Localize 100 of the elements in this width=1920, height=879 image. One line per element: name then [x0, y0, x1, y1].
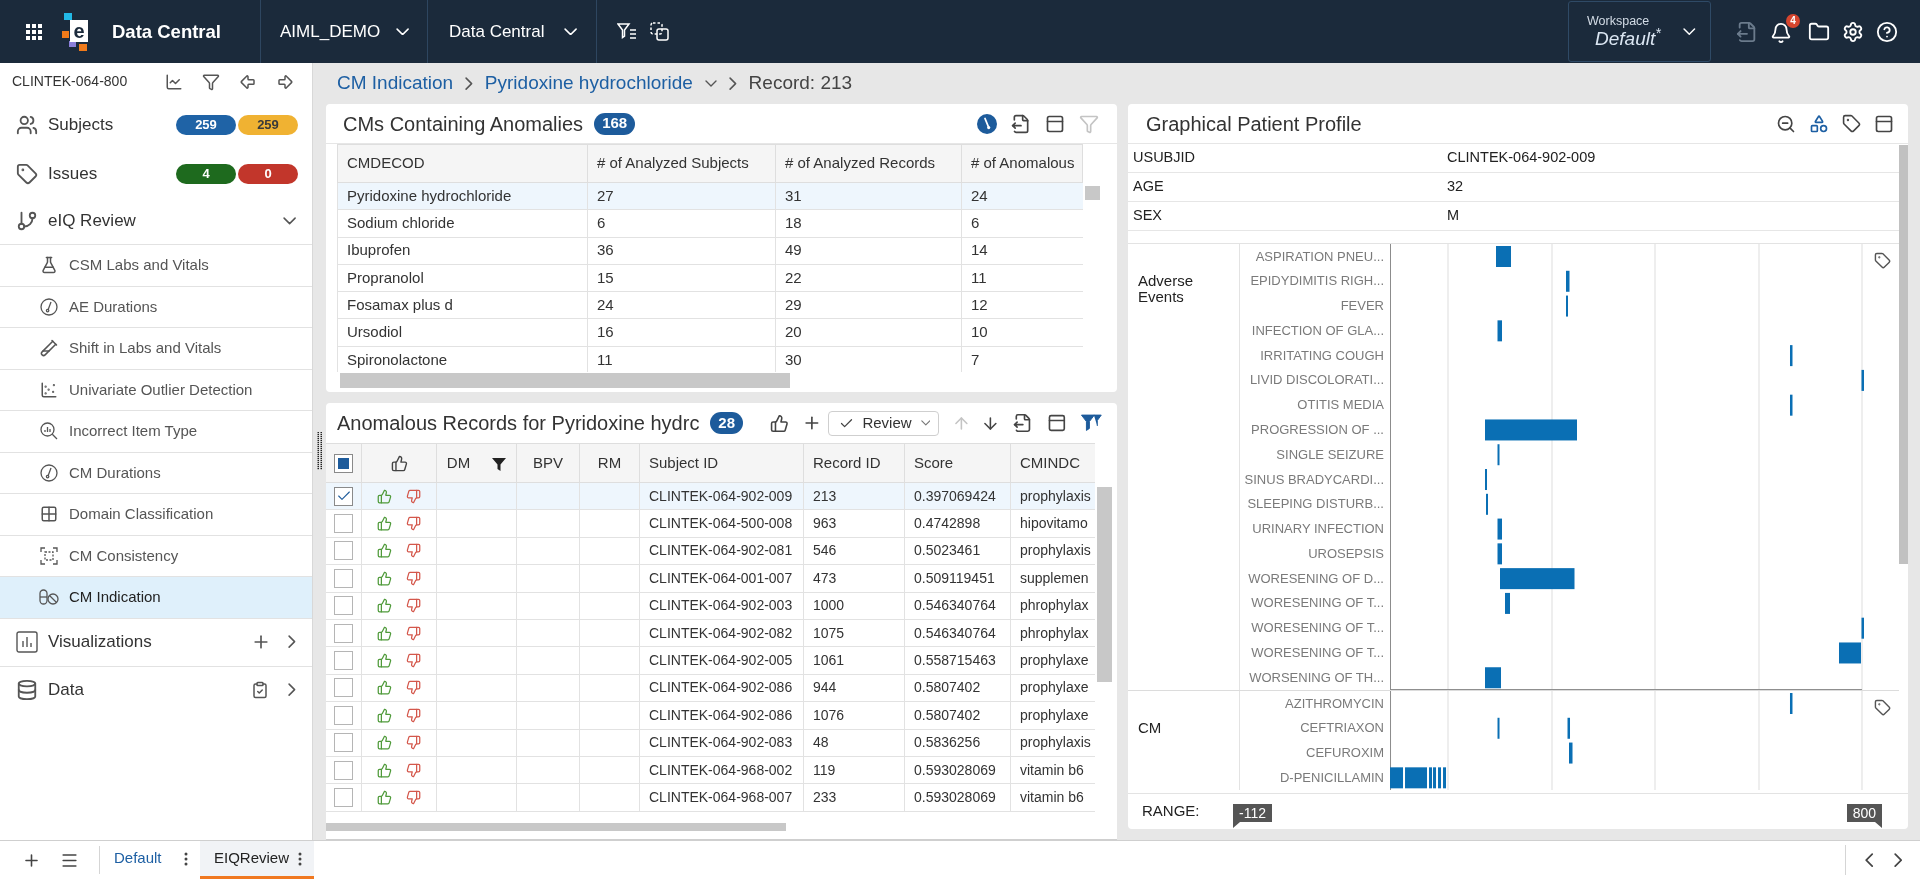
table-row[interactable]: CLINTEK-064-902-081 546 0.5023461 prophylaxis — [326, 537, 1095, 566]
checkbox[interactable] — [334, 596, 353, 616]
table-row[interactable]: CLINTEK-064-902-009 213 0.397069424 prophylaxis — [326, 483, 1095, 511]
apps-grid-icon[interactable] — [26, 23, 42, 40]
table-row[interactable]: CLINTEK-064-902-086 944 0.5807402 prophylaxe — [326, 674, 1095, 703]
thumbs-up-icon[interactable] — [769, 413, 789, 433]
thumbs-down-icon[interactable] — [406, 653, 421, 669]
thumbs-up-icon[interactable] — [377, 570, 392, 586]
sidebar-subitem[interactable]: CM Indication — [0, 577, 312, 618]
copy-dashed-icon[interactable] — [650, 21, 670, 42]
notifications-button[interactable]: 4 — [1770, 13, 1800, 44]
thumbs-up-icon[interactable] — [377, 598, 392, 614]
table-row[interactable]: Ibuprofen 36 49 14 — [337, 237, 1083, 265]
breadcrumb-dropdown[interactable]: Pyridoxine hydrochloride — [484, 69, 717, 98]
range-handle[interactable]: -112 — [1233, 804, 1272, 828]
sidebar-section-header[interactable]: eIQ Review — [0, 198, 312, 244]
clipboard-check-icon[interactable] — [251, 680, 270, 699]
table-row[interactable]: CLINTEK-064-902-003 1000 0.546340764 phrophylax — [326, 592, 1095, 620]
layout-icon[interactable] — [1874, 113, 1894, 134]
thumbs-up-icon[interactable] — [377, 543, 392, 559]
filter-icon[interactable] — [1081, 413, 1102, 433]
column-header[interactable]: RM — [580, 444, 640, 482]
breadcrumb-link[interactable]: CM Indication — [337, 69, 454, 98]
table-row[interactable]: CLINTEK-064-902-005 1061 0.558715463 prophylaxe — [326, 647, 1095, 675]
checkbox[interactable] — [334, 651, 353, 671]
splitter-handle[interactable] — [316, 432, 323, 470]
tab[interactable]: EIQReview — [200, 841, 314, 879]
settings-icon[interactable] — [1842, 20, 1864, 43]
column-header[interactable]: # of Analyzed Subjects — [588, 145, 776, 182]
thumbs-up-icon[interactable] — [377, 625, 392, 641]
thumbs-down-icon[interactable] — [406, 762, 421, 778]
thumbs-up-icon[interactable] — [377, 653, 392, 669]
line-chart-icon[interactable] — [165, 72, 183, 91]
scrollbar[interactable] — [340, 372, 790, 388]
scrollbar[interactable] — [1899, 145, 1908, 564]
thumbs-down-icon[interactable] — [406, 790, 421, 805]
thumbs-up-icon[interactable] — [377, 516, 392, 532]
checkbox[interactable] — [334, 705, 353, 725]
column-header[interactable]: # of Anomalous — [962, 145, 1083, 182]
layout-icon[interactable] — [1046, 413, 1067, 433]
table-row[interactable]: Ursodiol 16 20 10 — [337, 319, 1083, 347]
thumbs-up-icon[interactable] — [377, 762, 392, 778]
shapes-icon[interactable] — [1809, 113, 1829, 134]
scrollbar[interactable] — [326, 823, 786, 831]
sidebar-item[interactable]: Data — [0, 666, 312, 713]
chevron-left-icon[interactable] — [1865, 852, 1874, 868]
table-row[interactable]: CLINTEK-064-968-007 233 0.593028069 vitamin b6 — [326, 784, 1095, 812]
help-icon[interactable] — [1876, 20, 1898, 43]
scrollbar[interactable] — [1084, 186, 1100, 200]
zoom-out-icon[interactable] — [1776, 113, 1796, 134]
table-row[interactable]: Pyridoxine hydrochloride 27 31 24 — [337, 183, 1083, 211]
thumbs-up-icon[interactable] — [377, 488, 392, 504]
thumbs-down-icon[interactable] — [406, 570, 421, 586]
column-header[interactable]: CMINDC — [1011, 444, 1095, 482]
project-dropdown[interactable]: AIML_DEMO — [280, 18, 409, 45]
filter-list-icon[interactable] — [617, 23, 637, 40]
more-icon[interactable] — [184, 851, 188, 866]
column-header[interactable]: # of Analyzed Records — [776, 145, 962, 182]
thumbs-down-icon[interactable] — [406, 707, 421, 723]
column-header[interactable]: Score — [905, 444, 1011, 482]
folder-icon[interactable] — [1808, 20, 1830, 43]
review-dropdown[interactable]: Review — [828, 410, 940, 436]
thumbs-up-icon[interactable] — [377, 735, 392, 751]
tag-icon[interactable] — [1873, 699, 1891, 717]
column-header[interactable]: Record ID — [804, 444, 905, 482]
sidebar-item[interactable]: Visualizations — [0, 618, 312, 666]
workspace-selector[interactable]: Workspace Default$^{*}$ — [1568, 1, 1711, 62]
checkbox[interactable] — [334, 760, 353, 780]
arrow-left-icon[interactable] — [239, 72, 257, 91]
checkbox[interactable] — [334, 678, 353, 698]
table-row[interactable]: CLINTEK-064-902-083 48 0.5836256 prophylaxis — [326, 729, 1095, 757]
tag-icon[interactable] — [1842, 114, 1861, 133]
thumbs-up-icon[interactable] — [390, 454, 408, 472]
thumbs-down-icon[interactable] — [406, 488, 421, 504]
column-header[interactable]: BPV — [517, 444, 580, 482]
column-header[interactable]: CMDECOD — [338, 145, 588, 182]
thumbs-up-icon[interactable] — [377, 790, 392, 805]
filter-icon[interactable] — [202, 72, 220, 91]
table-row[interactable]: CLINTEK-064-500-008 963 0.4742898 hipovitamo — [326, 510, 1095, 538]
column-header[interactable]: Subject ID — [640, 444, 804, 482]
table-row[interactable]: Fosamax plus d 24 29 12 — [337, 292, 1083, 320]
table-row[interactable]: Sodium chloride 6 18 6 — [337, 210, 1083, 238]
checkbox[interactable] — [334, 623, 353, 643]
table-row[interactable]: CLINTEK-064-001-007 473 0.509119451 supplemen — [326, 565, 1095, 593]
arrow-right-icon[interactable] — [276, 72, 294, 91]
column-header[interactable]: DM — [437, 444, 517, 482]
sidebar-item[interactable]: Subjects 259 259 — [0, 100, 312, 150]
table-row[interactable]: CLINTEK-064-902-086 1076 0.5807402 prophylaxe — [326, 702, 1095, 730]
thumbs-down-icon[interactable] — [406, 735, 421, 751]
dial-icon[interactable] — [977, 113, 997, 134]
chevron-right-icon[interactable] — [1893, 852, 1902, 868]
export-icon[interactable] — [1012, 413, 1033, 433]
thumbs-down-icon[interactable] — [406, 543, 421, 559]
table-row[interactable]: CLINTEK-064-968-002 119 0.593028069 vitamin b6 — [326, 756, 1095, 785]
checkbox[interactable] — [334, 541, 353, 561]
thumbs-down-icon[interactable] — [406, 598, 421, 614]
scrollbar[interactable] — [1097, 487, 1112, 682]
sidebar-item[interactable]: Issues 4 0 — [0, 150, 312, 198]
thumbs-down-icon[interactable] — [406, 680, 421, 696]
filter-icon[interactable] — [492, 458, 507, 471]
